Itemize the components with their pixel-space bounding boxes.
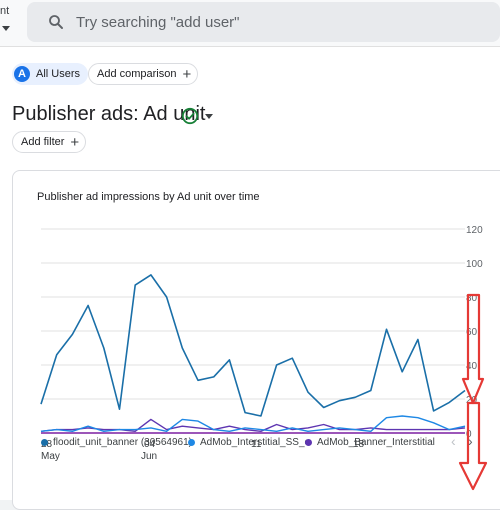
legend-label: AdMob_Interstitial_SS_e bbox=[200, 437, 311, 448]
legend-dot bbox=[188, 439, 195, 446]
legend-item[interactable]: AdMob_Interstitial_SS_e bbox=[188, 437, 310, 448]
plus-icon: + bbox=[182, 65, 192, 83]
chevron-down-icon[interactable] bbox=[205, 114, 213, 119]
series-line bbox=[40, 274, 466, 417]
check-circle-icon[interactable] bbox=[181, 107, 199, 125]
annotation-arrow bbox=[461, 293, 485, 405]
legend-item[interactable]: floodit_unit_banner (30564961) bbox=[41, 437, 192, 448]
series-line bbox=[40, 418, 466, 432]
legend-dot bbox=[305, 439, 312, 446]
y-tick-label: 120 bbox=[466, 225, 483, 236]
plus-icon: + bbox=[70, 133, 80, 151]
legend-label: AdMob_Banner_Interstitial bbox=[317, 437, 435, 448]
legend-prev-button[interactable]: ‹ bbox=[451, 433, 456, 449]
legend-item[interactable]: AdMob_Banner_Interstitial bbox=[305, 437, 435, 448]
add-comparison-button[interactable]: Add comparison + bbox=[88, 63, 199, 85]
search-input[interactable] bbox=[76, 2, 476, 42]
x-tick-label: May bbox=[41, 451, 60, 462]
segment-avatar: A bbox=[14, 66, 30, 82]
search-icon[interactable] bbox=[47, 13, 65, 31]
account-dropdown-icon[interactable] bbox=[2, 26, 10, 31]
segment-all-users-chip[interactable]: A All Users bbox=[12, 63, 89, 85]
add-filter-button[interactable]: Add filter + bbox=[12, 131, 87, 153]
main-content: A All Users Add comparison + Publisher a… bbox=[0, 47, 500, 510]
legend-next-button[interactable]: › bbox=[468, 433, 473, 449]
account-selector-label[interactable]: nt bbox=[0, 5, 9, 17]
top-bar: nt bbox=[0, 0, 500, 47]
annotation-arrow bbox=[458, 401, 488, 491]
page-title: Publisher ads: Ad unit bbox=[12, 103, 206, 125]
legend-label: floodit_unit_banner (30564961) bbox=[53, 437, 192, 448]
y-tick-label: 100 bbox=[466, 259, 483, 270]
line-chart: 020406080100120 28May04Jun1118 bbox=[40, 225, 488, 491]
chart-card: Publisher ad impressions by Ad unit over… bbox=[12, 170, 500, 510]
x-tick-label: Jun bbox=[141, 451, 157, 462]
add-filter-label: Add filter bbox=[21, 136, 65, 148]
search-bar[interactable] bbox=[27, 2, 500, 42]
legend-dot bbox=[41, 439, 48, 446]
segment-label: All Users bbox=[36, 68, 81, 80]
add-comparison-label: Add comparison bbox=[97, 68, 177, 80]
